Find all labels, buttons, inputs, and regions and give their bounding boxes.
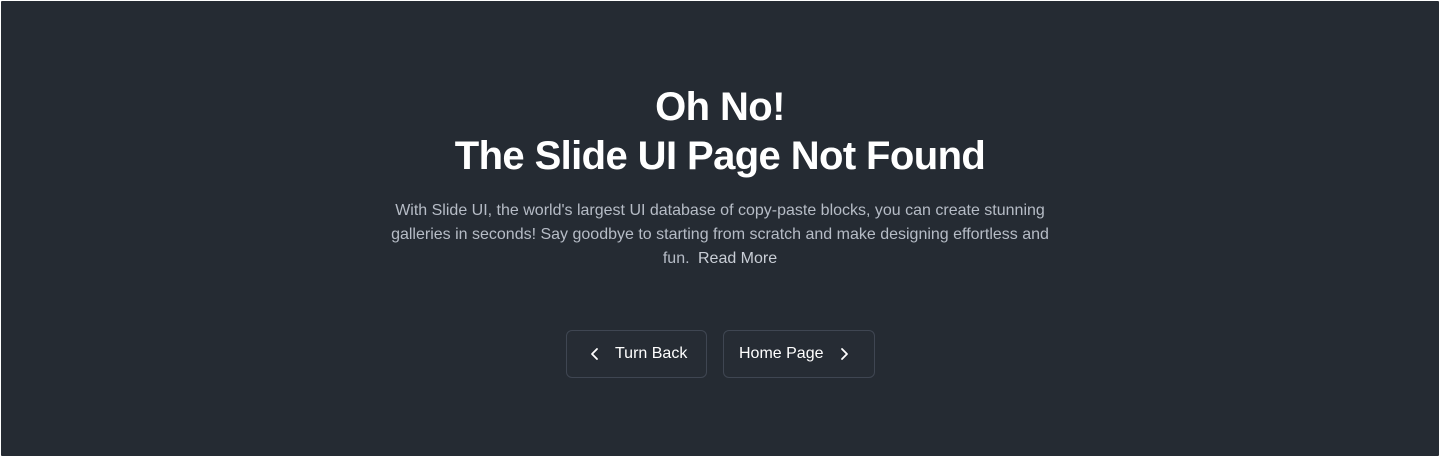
turn-back-button[interactable]: Turn Back	[566, 330, 707, 378]
home-page-button[interactable]: Home Page	[723, 330, 875, 378]
read-more-link[interactable]: Read More	[698, 250, 777, 267]
title-line-2: The Slide UI Page Not Found	[454, 134, 986, 178]
not-found-content: Oh No! The Slide UI Page Not Found With …	[1, 83, 1439, 271]
action-buttons: Turn Back Home Page	[566, 330, 875, 378]
turn-back-label: Turn Back	[615, 345, 688, 362]
chevron-left-icon	[588, 347, 602, 361]
page-description: With Slide UI, the world's largest UI da…	[390, 199, 1050, 271]
not-found-panel: Oh No! The Slide UI Page Not Found With …	[1, 1, 1439, 456]
page-title: Oh No! The Slide UI Page Not Found	[1, 83, 1439, 181]
chevron-right-icon	[837, 347, 851, 361]
title-line-1: Oh No!	[655, 85, 785, 129]
home-page-label: Home Page	[739, 345, 824, 362]
